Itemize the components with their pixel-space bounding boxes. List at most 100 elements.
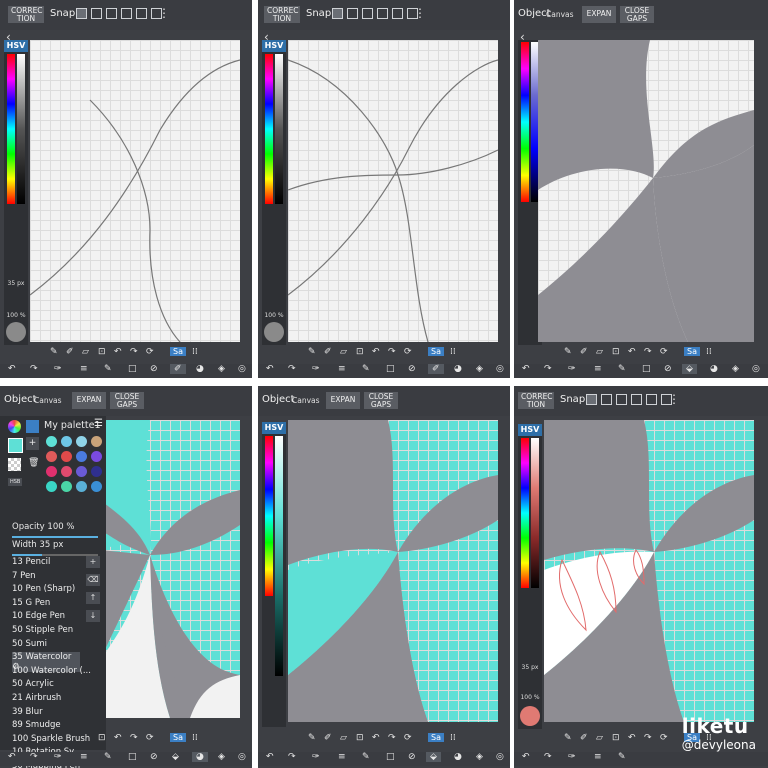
canvas-label[interactable]: Canvas xyxy=(34,396,62,405)
brush-list-item[interactable]: 13 Pencil xyxy=(12,557,50,567)
undo-arrow-icon[interactable]: ↶ xyxy=(8,364,16,374)
eraser-icon[interactable]: ▱ xyxy=(596,733,603,743)
undo-arrow-icon[interactable]: ↶ xyxy=(522,752,530,762)
drawing-canvas[interactable] xyxy=(288,420,498,722)
brush-list-item[interactable]: 50 Acrylic xyxy=(12,679,54,689)
menu-icon[interactable]: ≡ xyxy=(594,752,602,762)
snap-label[interactable]: Snap xyxy=(306,8,331,19)
transparent-swatch[interactable] xyxy=(8,458,21,471)
snap-perspective-icon[interactable] xyxy=(121,8,132,19)
selection-icon[interactable]: ⊡ xyxy=(612,733,620,743)
trash-icon[interactable]: 🗑 xyxy=(28,458,39,468)
brush-list-item[interactable]: 50 Stipple Pen xyxy=(12,625,73,635)
palette-color-swatch[interactable] xyxy=(61,451,72,462)
square-icon[interactable]: □ xyxy=(128,752,137,762)
rotate-icon[interactable]: ⟳ xyxy=(404,347,412,357)
more-vertical-icon[interactable]: ⋮ xyxy=(158,6,170,20)
drawing-canvas[interactable] xyxy=(30,40,240,342)
undo-icon[interactable]: ↶ xyxy=(372,733,380,743)
close-gaps-button[interactable]: CLOSE GAPS xyxy=(620,6,654,23)
palette-color-swatch[interactable] xyxy=(46,436,57,447)
redo-arrow-icon[interactable]: ↷ xyxy=(544,752,552,762)
brush-tool-icon[interactable]: ✎ xyxy=(50,347,58,357)
brush-list-item[interactable]: 39 Blur xyxy=(12,707,43,717)
sa-button[interactable]: Sa xyxy=(170,347,186,356)
current-color-swatch[interactable] xyxy=(264,322,284,342)
edit-icon[interactable]: ✎ xyxy=(618,752,626,762)
eyedropper-icon[interactable]: ✑ xyxy=(568,752,576,762)
eyedropper-icon[interactable]: ✑ xyxy=(568,364,576,374)
edit-icon[interactable]: ✎ xyxy=(362,752,370,762)
grid-palette-icon[interactable] xyxy=(26,420,39,433)
selection-icon[interactable]: ⊡ xyxy=(98,733,106,743)
hsv-label[interactable]: HSV xyxy=(262,40,286,52)
menu-icon[interactable]: ≡ xyxy=(338,752,346,762)
snap-radial-icon[interactable] xyxy=(646,394,657,405)
selection-icon[interactable]: ⊡ xyxy=(98,347,106,357)
sa-button[interactable]: Sa xyxy=(684,347,700,356)
pen-tool-icon[interactable]: ✐ xyxy=(324,733,332,743)
grid-icon[interactable]: ⁞⁞ xyxy=(450,733,456,743)
brush-list-item[interactable]: 10 Edge Pen xyxy=(12,611,65,621)
brush-icon[interactable]: ✐ xyxy=(170,364,186,374)
add-color-button[interactable]: + xyxy=(26,437,39,450)
palette-icon[interactable]: ◕ xyxy=(192,752,208,762)
selection-icon[interactable]: ⊡ xyxy=(356,347,364,357)
redo-icon[interactable]: ↷ xyxy=(388,733,396,743)
value-slider[interactable] xyxy=(275,436,283,676)
brush-list-item[interactable]: 15 G Pen xyxy=(12,598,50,608)
no-snap-icon[interactable]: ⊘ xyxy=(408,752,416,762)
undo-icon[interactable]: ↶ xyxy=(628,733,636,743)
selection-icon[interactable]: ⊡ xyxy=(612,347,620,357)
move-up-button[interactable]: ↑ xyxy=(86,592,100,604)
palette-icon[interactable]: ◕ xyxy=(710,364,718,374)
square-icon[interactable]: □ xyxy=(386,752,395,762)
eraser-icon[interactable]: ▱ xyxy=(82,347,89,357)
redo-arrow-icon[interactable]: ↷ xyxy=(288,364,296,374)
rotate-icon[interactable]: ⟳ xyxy=(404,733,412,743)
redo-icon[interactable]: ↷ xyxy=(388,347,396,357)
correction-button[interactable]: CORREC TION xyxy=(8,6,44,23)
edit-icon[interactable]: ✎ xyxy=(618,364,626,374)
hue-slider[interactable] xyxy=(265,436,273,596)
palette-color-swatch[interactable] xyxy=(46,451,57,462)
undo-arrow-icon[interactable]: ↶ xyxy=(266,752,274,762)
brush-list-item[interactable]: 50 Sumi xyxy=(12,639,47,649)
close-gaps-button[interactable]: CLOSE GAPS xyxy=(364,392,398,409)
object-label[interactable]: Object xyxy=(4,394,37,405)
no-snap-icon[interactable]: ⊘ xyxy=(664,364,672,374)
palette-icon[interactable] xyxy=(8,420,21,433)
snap-label[interactable]: Snap xyxy=(560,394,585,405)
palette-color-swatch[interactable] xyxy=(61,436,72,447)
add-brush-button[interactable]: + xyxy=(86,556,100,568)
eraser-icon[interactable]: ▱ xyxy=(596,347,603,357)
settings-icon[interactable]: ◎ xyxy=(496,364,504,374)
square-icon[interactable]: □ xyxy=(128,364,137,374)
snap-off-icon[interactable] xyxy=(586,394,597,405)
hsv-label[interactable]: HSV xyxy=(4,40,28,52)
rotate-icon[interactable]: ⟳ xyxy=(146,347,154,357)
undo-arrow-icon[interactable]: ↶ xyxy=(266,364,274,374)
redo-icon[interactable]: ↷ xyxy=(644,347,652,357)
snap-grid-icon[interactable] xyxy=(616,394,627,405)
snap-parallel-icon[interactable] xyxy=(91,8,102,19)
rotate-icon[interactable]: ⟳ xyxy=(146,733,154,743)
hsv-label[interactable]: HSV xyxy=(262,422,286,434)
redo-arrow-icon[interactable]: ↷ xyxy=(288,752,296,762)
eraser-icon[interactable]: ▱ xyxy=(340,733,347,743)
menu-icon[interactable]: ≡ xyxy=(594,364,602,374)
expand-button[interactable]: EXPAN xyxy=(326,392,360,409)
brush-tool-icon[interactable]: ✎ xyxy=(564,347,572,357)
pen-tool-icon[interactable]: ✐ xyxy=(580,347,588,357)
palette-color-swatch[interactable] xyxy=(76,481,87,492)
palette-color-swatch[interactable] xyxy=(61,466,72,477)
undo-arrow-icon[interactable]: ↶ xyxy=(522,364,530,374)
redo-arrow-icon[interactable]: ↷ xyxy=(30,364,38,374)
menu-icon[interactable]: ≡ xyxy=(338,364,346,374)
expand-button[interactable]: EXPAN xyxy=(72,392,106,409)
snap-grid-icon[interactable] xyxy=(362,8,373,19)
palette-color-swatch[interactable] xyxy=(76,466,87,477)
palette-color-swatch[interactable] xyxy=(91,481,102,492)
no-snap-icon[interactable]: ⊘ xyxy=(408,364,416,374)
drawing-canvas[interactable] xyxy=(288,40,498,342)
